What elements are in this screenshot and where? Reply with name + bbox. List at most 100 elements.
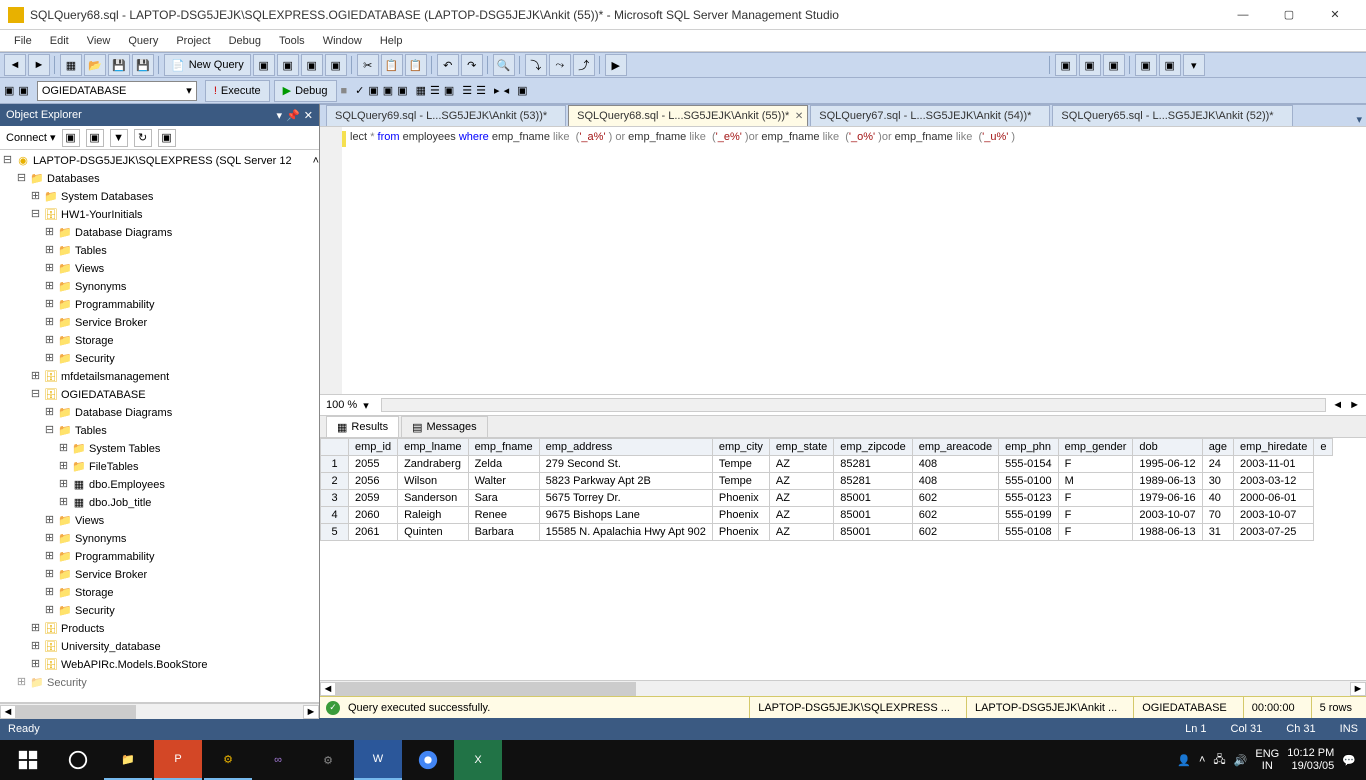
col-header[interactable]: emp_phn — [999, 439, 1059, 456]
cell[interactable]: 40 — [1202, 490, 1233, 507]
tab-query69[interactable]: SQLQuery69.sql - L...SG5JEJK\Ankit (53))… — [326, 105, 566, 126]
prog-node[interactable]: Programmability — [75, 296, 154, 314]
storage-node[interactable]: Storage — [75, 332, 114, 350]
col-header[interactable] — [321, 439, 349, 456]
redo-button[interactable]: ↷ — [461, 54, 483, 76]
views2-node[interactable]: Views — [75, 512, 104, 530]
cell[interactable]: 1979-06-16 — [1133, 490, 1202, 507]
database-combo[interactable]: OGIEDATABASE▾ — [37, 81, 197, 101]
cell[interactable]: 2059 — [349, 490, 398, 507]
table-row[interactable]: 52061QuintenBarbara15585 N. Apalachia Hw… — [321, 524, 1333, 541]
svcbroker2-node[interactable]: Service Broker — [75, 566, 147, 584]
results-grid-button[interactable]: ▦ — [416, 84, 426, 97]
tool-btn-1[interactable]: ▣ — [253, 54, 275, 76]
save-button[interactable]: 💾 — [108, 54, 130, 76]
col-header[interactable]: e — [1314, 439, 1333, 456]
cell[interactable]: Wilson — [398, 473, 468, 490]
cell[interactable]: 85001 — [834, 524, 912, 541]
webapi-node[interactable]: WebAPIRc.Models.BookStore — [61, 656, 208, 674]
nav-fwd-button[interactable]: ► — [28, 54, 50, 76]
cell[interactable]: Tempe — [712, 473, 769, 490]
table-row[interactable]: 32059SandersonSara5675 Torrey Dr.Phoenix… — [321, 490, 1333, 507]
notifications-icon[interactable]: 💬 — [1342, 754, 1356, 767]
explorer-icon[interactable]: 📁 — [104, 740, 152, 780]
views-node[interactable]: Views — [75, 260, 104, 278]
table-row[interactable]: 42060RaleighRenee9675 Bishops LanePhoeni… — [321, 507, 1333, 524]
dbo-emp-node[interactable]: dbo.Employees — [89, 476, 165, 494]
row-header[interactable]: 4 — [321, 507, 349, 524]
vs-icon[interactable]: ∞ — [254, 740, 302, 780]
zoom-value[interactable]: 100 % — [326, 399, 357, 411]
cell[interactable]: Phoenix — [712, 507, 769, 524]
row-header[interactable]: 3 — [321, 490, 349, 507]
cell[interactable]: 85281 — [834, 456, 912, 473]
cell[interactable]: AZ — [769, 490, 833, 507]
chrome-icon[interactable] — [404, 740, 452, 780]
plan-btn-1[interactable]: ▣ — [368, 84, 378, 97]
cell[interactable]: 31 — [1202, 524, 1233, 541]
security2-node[interactable]: Security — [75, 602, 115, 620]
maximize-button[interactable]: ▢ — [1266, 0, 1312, 30]
step-into-button[interactable]: ⤵ — [525, 54, 547, 76]
dbdiag-node[interactable]: Database Diagrams — [75, 224, 172, 242]
cell[interactable]: Zandraberg — [398, 456, 468, 473]
word-icon[interactable]: W — [354, 740, 402, 780]
cell[interactable]: 2003-11-01 — [1234, 456, 1314, 473]
continue-button[interactable]: ▶ — [605, 54, 627, 76]
new-project-button[interactable]: ▦ — [60, 54, 82, 76]
menu-debug[interactable]: Debug — [221, 33, 269, 49]
menu-file[interactable]: File — [6, 33, 40, 49]
cell[interactable]: 555-0123 — [999, 490, 1059, 507]
cell[interactable]: Tempe — [712, 456, 769, 473]
dbo-job-node[interactable]: dbo.Job_title — [89, 494, 151, 512]
cell[interactable]: 5675 Torrey Dr. — [539, 490, 712, 507]
cell[interactable]: 9675 Bishops Lane — [539, 507, 712, 524]
cell[interactable]: 2003-10-07 — [1234, 507, 1314, 524]
lang-1[interactable]: ENG — [1255, 748, 1279, 760]
editor-hscroll[interactable] — [381, 398, 1326, 412]
clock-time[interactable]: 10:12 PM — [1287, 747, 1334, 760]
cell[interactable]: AZ — [769, 456, 833, 473]
prog2-node[interactable]: Programmability — [75, 548, 154, 566]
security-node[interactable]: Security — [75, 350, 115, 368]
col-header[interactable]: age — [1202, 439, 1233, 456]
open-button[interactable]: 📂 — [84, 54, 106, 76]
col-header[interactable]: emp_areacode — [912, 439, 998, 456]
cell[interactable]: F — [1058, 490, 1133, 507]
cell[interactable]: AZ — [769, 473, 833, 490]
minimize-button[interactable]: — — [1220, 0, 1266, 30]
stop-button[interactable]: ■ — [341, 85, 348, 97]
databases-node[interactable]: Databases — [47, 170, 100, 188]
cell[interactable]: Raleigh — [398, 507, 468, 524]
copy-button[interactable]: 📋 — [381, 54, 403, 76]
cell[interactable]: Quinten — [398, 524, 468, 541]
cell[interactable]: 2055 — [349, 456, 398, 473]
cell[interactable]: 5823 Parkway Apt 2B — [539, 473, 712, 490]
cell[interactable]: Renee — [468, 507, 539, 524]
cell[interactable]: Zelda — [468, 456, 539, 473]
cell[interactable]: 2060 — [349, 507, 398, 524]
menu-view[interactable]: View — [79, 33, 119, 49]
cell[interactable]: 2003-10-07 — [1133, 507, 1202, 524]
row-header[interactable]: 2 — [321, 473, 349, 490]
sql-editor[interactable]: lect * from employees where emp_fname li… — [320, 126, 1366, 394]
menu-help[interactable]: Help — [372, 33, 411, 49]
panel-dropdown-icon[interactable]: ▾ — [277, 109, 283, 122]
network-icon[interactable]: 🖧 — [1213, 751, 1225, 770]
security-root-node[interactable]: Security — [47, 674, 87, 692]
lang-2[interactable]: IN — [1255, 760, 1279, 772]
settings-icon[interactable]: ⚙ — [304, 740, 352, 780]
clock-date[interactable]: 19/03/05 — [1287, 760, 1334, 773]
hw1-node[interactable]: HW1-YourInitials — [61, 206, 143, 224]
dbdiag2-node[interactable]: Database Diagrams — [75, 404, 172, 422]
cell[interactable]: 555-0154 — [999, 456, 1059, 473]
server-node[interactable]: LAPTOP-DSG5JEJK\SQLEXPRESS (SQL Server 1… — [33, 152, 292, 170]
cell[interactable]: F — [1058, 456, 1133, 473]
cell[interactable]: 555-0199 — [999, 507, 1059, 524]
tool-btn-3[interactable]: ▣ — [301, 54, 323, 76]
menu-tools[interactable]: Tools — [271, 33, 313, 49]
cell[interactable]: 85001 — [834, 490, 912, 507]
tab-overflow-icon[interactable]: ▾ — [1352, 113, 1366, 126]
cell[interactable]: F — [1058, 524, 1133, 541]
col-header[interactable]: emp_city — [712, 439, 769, 456]
